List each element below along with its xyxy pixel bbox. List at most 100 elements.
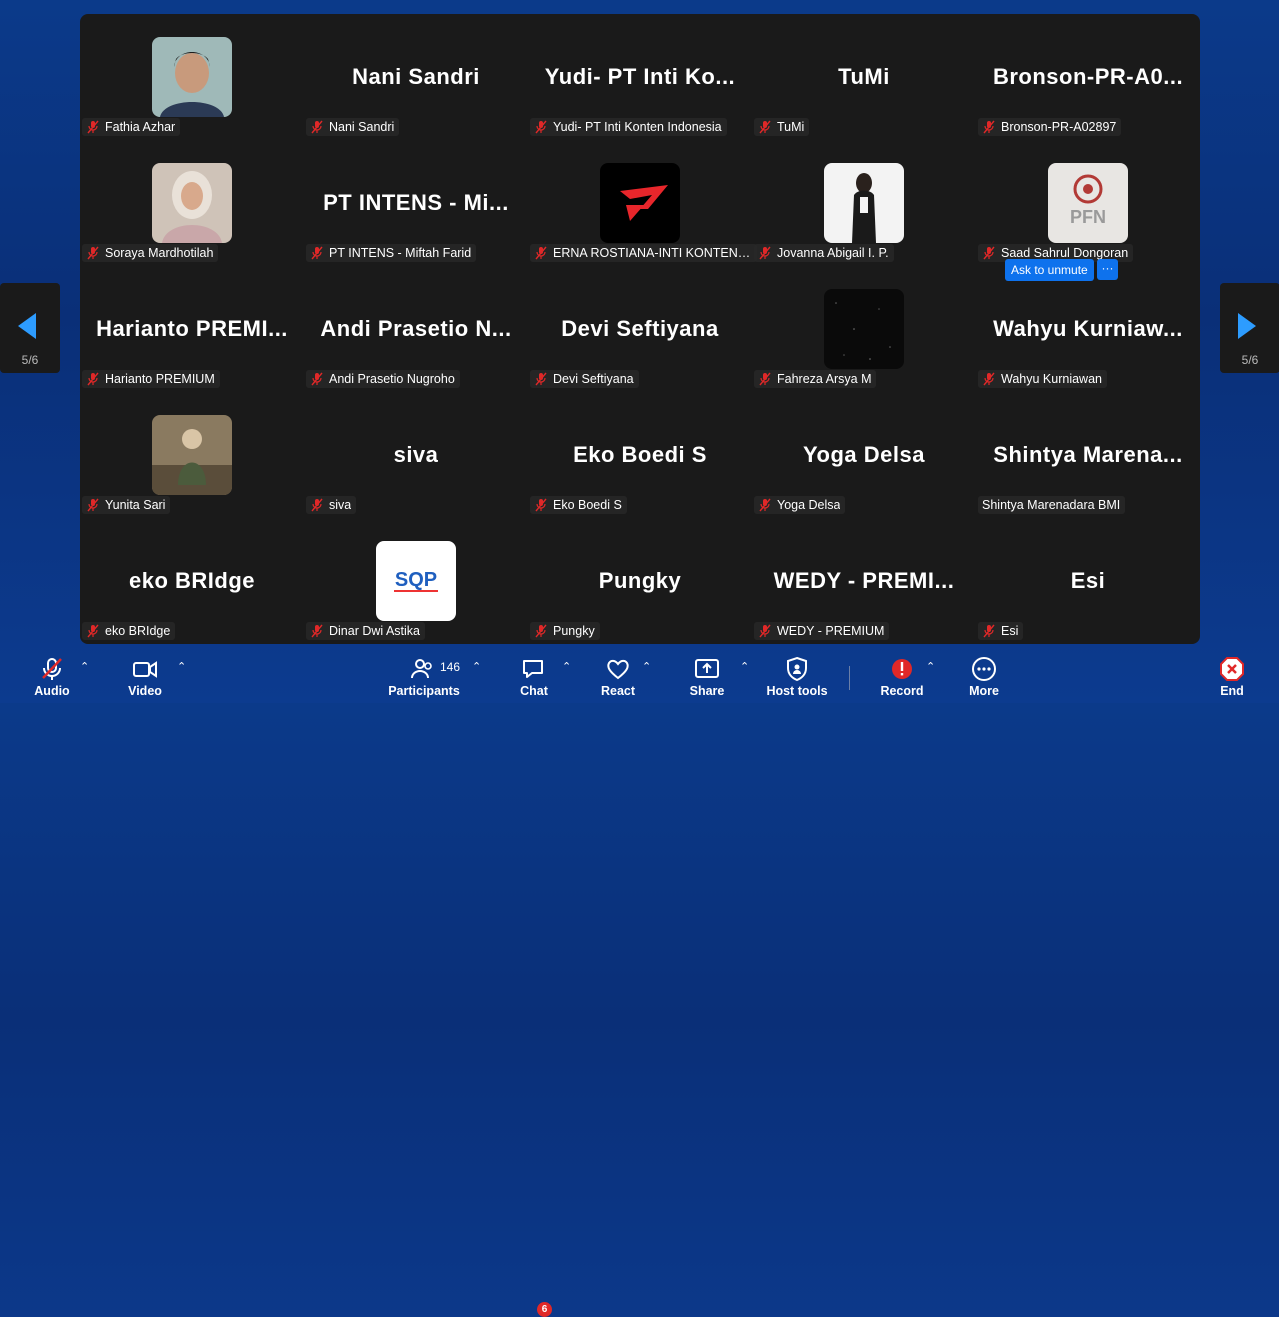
participant-name-label: Devi Seftiyana: [530, 370, 639, 388]
audio-options-caret[interactable]: ⌃: [80, 660, 89, 673]
participant-tile[interactable]: Jovanna Abigail I. P.: [752, 140, 976, 266]
participant-tile[interactable]: PFN Saad Sahrul Dongoran: [976, 140, 1200, 266]
participant-name-text: Saad Sahrul Dongoran: [1001, 246, 1129, 260]
share-button[interactable]: Share: [689, 656, 725, 698]
participant-tile[interactable]: Nani Sandri Nani Sandri: [304, 14, 528, 140]
participant-tile[interactable]: Eko Boedi S Eko Boedi S: [528, 392, 752, 518]
record-options-caret[interactable]: ⌃: [926, 660, 935, 673]
mic-muted-icon: [982, 246, 1001, 260]
participant-tile[interactable]: Soraya Mardhotilah: [80, 140, 304, 266]
participant-tile[interactable]: Pungky Pungky: [528, 518, 752, 644]
participant-avatar: [824, 163, 904, 243]
mic-muted-icon: [534, 372, 553, 386]
participant-tile[interactable]: Wahyu Kurniaw... Wahyu Kurniawan: [976, 266, 1200, 392]
chat-label: Chat: [520, 684, 548, 698]
more-button[interactable]: More: [966, 656, 1002, 698]
mic-muted-icon: [310, 372, 329, 386]
previous-page-button[interactable]: 5/6: [0, 283, 60, 373]
participant-name-label: Harianto PREMIUM: [82, 370, 220, 388]
audio-button[interactable]: Audio: [34, 656, 70, 698]
participant-tile[interactable]: SQP Dinar Dwi Astika: [304, 518, 528, 644]
host-tools-label: Host tools: [766, 684, 828, 698]
participant-name-text: ERNA ROSTIANA-INTI KONTEN IN...: [553, 246, 752, 260]
participant-avatar: [152, 415, 232, 495]
react-options-caret[interactable]: ⌃: [642, 660, 651, 673]
participant-display-name: WEDY - PREMI...: [773, 568, 955, 593]
participant-tile[interactable]: TuMi TuMi: [752, 14, 976, 140]
participants-count: 146: [440, 660, 461, 674]
participant-name-text: Harianto PREMIUM: [105, 372, 215, 386]
record-label: Record: [880, 684, 924, 698]
participant-tile[interactable]: Yunita Sari: [80, 392, 304, 518]
participant-tile[interactable]: ERNA ROSTIANA-INTI KONTEN IN...: [528, 140, 757, 266]
participant-name-text: Andi Prasetio Nugroho: [329, 372, 455, 386]
chat-button[interactable]: Chat: [516, 656, 552, 698]
end-meeting-button[interactable]: End: [1214, 656, 1250, 698]
next-page-button[interactable]: 5/6: [1220, 283, 1279, 373]
record-icon: [892, 659, 912, 679]
participant-name-label: siva: [306, 496, 357, 514]
participant-tile[interactable]: Fathia Azhar: [80, 14, 304, 140]
participant-name-label: Eko Boedi S: [530, 496, 627, 514]
participant-name-label: Nani Sandri: [306, 118, 400, 136]
video-label: Video: [128, 684, 162, 698]
participant-tile[interactable]: Harianto PREMI... Harianto PREMIUM: [80, 266, 304, 392]
share-options-caret[interactable]: ⌃: [740, 660, 749, 673]
participant-tile[interactable]: Yudi- PT Inti Ko... Yudi- PT Inti Konten …: [528, 14, 752, 140]
mic-muted-icon: [310, 624, 329, 638]
participant-tile[interactable]: Esi Esi: [976, 518, 1200, 644]
participant-name-label: eko BRIdge: [82, 622, 176, 640]
page-indicator-right: 5/6: [1241, 353, 1259, 367]
participant-name-label: WEDY - PREMIUM: [754, 622, 890, 640]
mic-muted-icon: [982, 120, 1001, 134]
video-options-caret[interactable]: ⌃: [177, 660, 186, 673]
participant-tile[interactable]: Shintya Marena... Shintya Marenadara BMI: [976, 392, 1200, 518]
participant-tile[interactable]: eko BRIdge eko BRIdge: [80, 518, 304, 644]
participant-name-text: Dinar Dwi Astika: [329, 624, 420, 638]
participant-display-name: Shintya Marena...: [993, 442, 1183, 467]
participant-name-label: Bronson-PR-A02897: [978, 118, 1122, 136]
participant-name-text: Yunita Sari: [105, 498, 166, 512]
record-button[interactable]: Record: [880, 656, 924, 698]
participant-name-label: TuMi: [754, 118, 810, 136]
participant-tile[interactable]: Bronson-PR-A0... Bronson-PR-A02897: [976, 14, 1200, 140]
participant-tile[interactable]: Fahreza Arsya M: [752, 266, 976, 392]
participant-tile[interactable]: Yoga Delsa Yoga Delsa: [752, 392, 976, 518]
video-button[interactable]: Video: [127, 656, 163, 698]
participant-tile[interactable]: siva siva: [304, 392, 528, 518]
mic-muted-icon: [758, 498, 777, 512]
participant-name-label: Jovanna Abigail I. P.: [754, 244, 894, 262]
participants-button[interactable]: 146 Participants: [388, 656, 460, 698]
chat-options-caret[interactable]: ⌃: [562, 660, 571, 673]
participant-more-button[interactable]: ···: [1097, 259, 1118, 280]
participant-display-name: PT INTENS - Mi...: [323, 190, 509, 215]
react-button[interactable]: React: [600, 656, 636, 698]
participant-tile[interactable]: PT INTENS - Mi... PT INTENS - Miftah Fari…: [304, 140, 528, 266]
participant-display-name: Yoga Delsa: [803, 442, 925, 467]
meeting-toolbar: Audio ⌃ Video ⌃ 146 Participants ⌃ Chat …: [0, 648, 1279, 1317]
participant-tile[interactable]: WEDY - PREMI... WEDY - PREMIUM: [752, 518, 976, 644]
mic-muted-icon: [758, 372, 777, 386]
arrow-left-icon: [18, 313, 36, 339]
chat-unread-badge: 6: [537, 1302, 552, 1317]
participant-name-text: Yudi- PT Inti Konten Indonesia: [553, 120, 722, 134]
participant-name-text: Nani Sandri: [329, 120, 395, 134]
ask-to-unmute-button[interactable]: Ask to unmute: [1005, 259, 1094, 281]
mic-muted-icon: [534, 120, 553, 134]
participant-display-name: Harianto PREMI...: [96, 316, 288, 341]
mic-muted-icon: [86, 498, 105, 512]
chat-icon: [523, 660, 543, 678]
host-tools-button[interactable]: Host tools: [762, 656, 832, 698]
participant-name-text: Esi: [1001, 624, 1019, 638]
participant-name-text: Jovanna Abigail I. P.: [777, 246, 889, 260]
mic-muted-icon: [86, 624, 105, 638]
participants-options-caret[interactable]: ⌃: [472, 660, 481, 673]
participant-display-name: Esi: [1070, 568, 1106, 593]
participant-tile[interactable]: Devi Seftiyana Devi Seftiyana: [528, 266, 752, 392]
participant-tile[interactable]: Andi Prasetio N... Andi Prasetio Nugroho: [304, 266, 528, 392]
more-icon: [972, 657, 996, 681]
svg-text:SQP: SQP: [395, 569, 437, 591]
participant-name-label: Shintya Marenadara BMI: [978, 496, 1126, 514]
participant-name-text: Shintya Marenadara BMI: [982, 498, 1121, 512]
mic-muted-icon: [310, 120, 329, 134]
